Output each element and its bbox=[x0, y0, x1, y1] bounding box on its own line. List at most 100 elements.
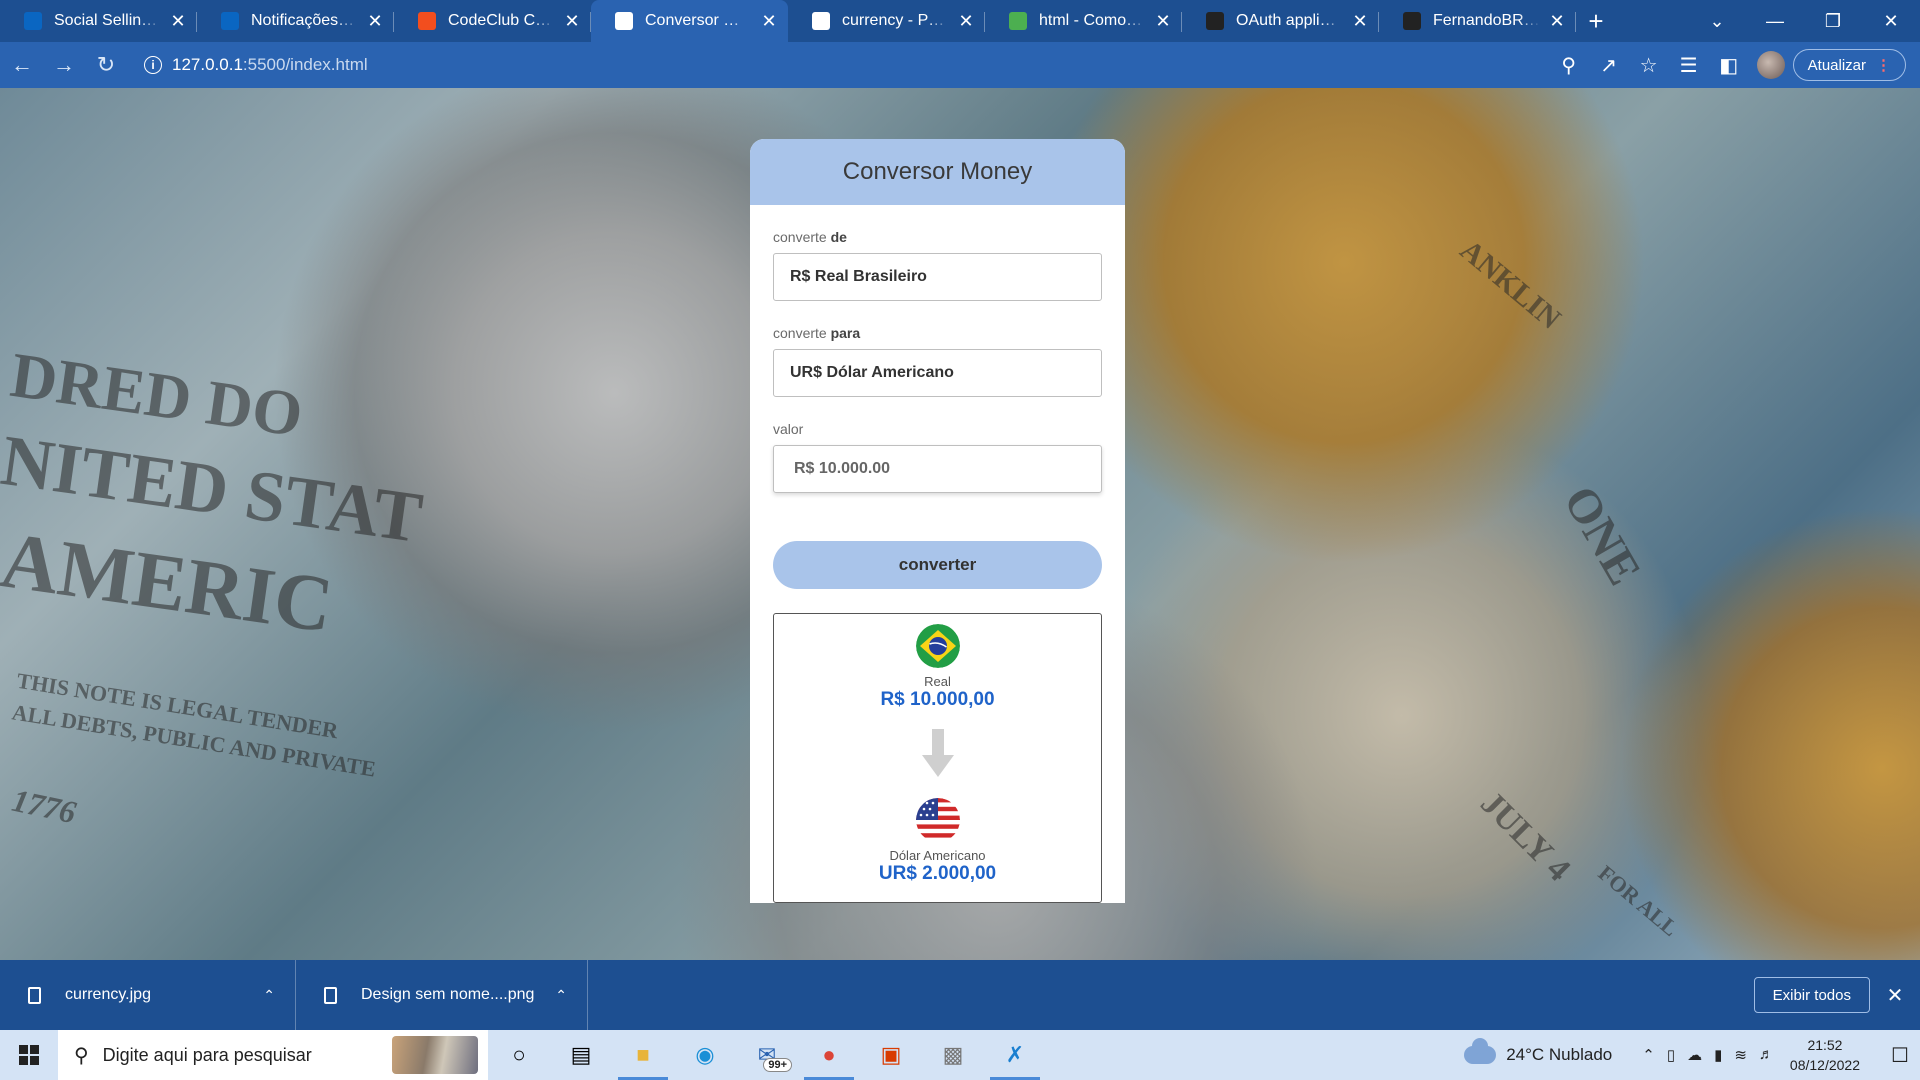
windows-logo-icon bbox=[19, 1045, 39, 1065]
taskbar-search-input[interactable]: ⚲ Digite aqui para pesquisar bbox=[58, 1030, 488, 1080]
browser-tab[interactable]: Social Selling Index ✕ bbox=[0, 0, 197, 42]
reload-button[interactable]: ↻ bbox=[86, 45, 126, 85]
tab-close-icon[interactable]: ✕ bbox=[1548, 12, 1566, 30]
mail-badge: 99+ bbox=[763, 1058, 792, 1072]
back-button[interactable]: ← bbox=[2, 45, 42, 85]
to-currency-value: UR$ Dólar Americano bbox=[790, 364, 954, 381]
browser-tab[interactable]: Conversor Money ✕ bbox=[591, 0, 788, 42]
close-window-button[interactable]: ✕ bbox=[1862, 0, 1920, 42]
bookmark-star-icon[interactable]: ☆ bbox=[1629, 45, 1669, 85]
browser-tab[interactable]: CodeClub Conversor ✕ bbox=[394, 0, 591, 42]
notification-center-icon[interactable]: ☐ bbox=[1880, 1043, 1920, 1068]
vscode-icon[interactable]: ✗ bbox=[984, 1030, 1046, 1080]
toolbar-icons: ⚲ ↗ ☆ ☰ ◧ Atualizar ⋮ bbox=[1549, 45, 1920, 85]
download-item[interactable]: currency.jpg ⌃ bbox=[0, 960, 296, 1030]
show-all-downloads-button[interactable]: Exibir todos bbox=[1753, 977, 1870, 1013]
to-currency-name: Dólar Americano bbox=[889, 848, 986, 863]
share-icon[interactable]: ↗ bbox=[1589, 45, 1629, 85]
search-highlight-image bbox=[392, 1036, 478, 1074]
tab-title: currency - Pesquisa Google bbox=[842, 12, 949, 29]
convert-button[interactable]: converter bbox=[773, 541, 1102, 589]
browser-toolbar: ← → ↻ i 127.0.0.1:5500/index.html ⚲ ↗ ☆ … bbox=[0, 42, 1920, 88]
to-currency-amount: UR$ 2.000,00 bbox=[878, 863, 997, 884]
from-currency-amount: R$ 10.000,00 bbox=[880, 689, 995, 710]
chevron-up-icon[interactable]: ⌃ bbox=[263, 987, 275, 1004]
browser-tab[interactable]: currency - Pesquisa Google ✕ bbox=[788, 0, 985, 42]
cortana-icon[interactable]: ○ bbox=[488, 1030, 550, 1080]
new-tab-button[interactable]: + bbox=[1576, 0, 1616, 42]
update-label: Atualizar bbox=[1807, 56, 1866, 74]
zoom-icon[interactable]: ⚲ bbox=[1549, 45, 1589, 85]
tab-title: Conversor Money bbox=[645, 12, 752, 29]
update-button[interactable]: Atualizar ⋮ bbox=[1792, 49, 1906, 81]
from-currency-name: Real bbox=[924, 674, 951, 689]
tray-icons: ⌃ ▯ ☁ ▮ ≋ ♬ bbox=[1642, 1046, 1774, 1064]
tab-close-icon[interactable]: ✕ bbox=[1351, 12, 1369, 30]
forward-button[interactable]: → bbox=[44, 45, 84, 85]
globe-icon bbox=[615, 12, 633, 30]
weather-widget[interactable]: 24°C Nublado bbox=[1464, 1038, 1613, 1065]
tab-close-icon[interactable]: ✕ bbox=[169, 12, 187, 30]
chevron-up-icon[interactable]: ⌃ bbox=[1642, 1046, 1655, 1064]
volume-icon[interactable]: ♬ bbox=[1759, 1046, 1774, 1064]
battery-icon[interactable]: ▮ bbox=[1714, 1046, 1722, 1064]
media-control-icon[interactable]: ☰ bbox=[1669, 45, 1709, 85]
url-path: :5500/index.html bbox=[242, 55, 368, 74]
tab-close-icon[interactable]: ✕ bbox=[760, 12, 778, 30]
tab-close-icon[interactable]: ✕ bbox=[563, 12, 581, 30]
from-currency-select[interactable]: R$ Real Brasileiro bbox=[773, 253, 1102, 301]
chrome-icon[interactable]: ● bbox=[798, 1030, 860, 1080]
search-placeholder: Digite aqui para pesquisar bbox=[102, 1044, 312, 1065]
tab-close-icon[interactable]: ✕ bbox=[957, 12, 975, 30]
restore-button[interactable]: ❐ bbox=[1804, 0, 1862, 42]
edge-icon[interactable]: ◉ bbox=[674, 1030, 736, 1080]
stackoverflow-icon bbox=[1009, 12, 1027, 30]
wifi-icon[interactable]: ≋ bbox=[1734, 1046, 1747, 1064]
weather-text: 24°C Nublado bbox=[1506, 1045, 1613, 1064]
profile-avatar[interactable] bbox=[1756, 51, 1785, 79]
file-explorer-icon[interactable]: ■ bbox=[612, 1030, 674, 1080]
task-view-icon[interactable]: ▤ bbox=[550, 1030, 612, 1080]
page-viewport: DRED DO NITED STAT AMERIC THIS NOTE IS L… bbox=[0, 88, 1920, 960]
mail-icon[interactable]: ✉ 99+ bbox=[736, 1030, 798, 1080]
background-text: JULY 4 bbox=[1473, 784, 1578, 889]
clock[interactable]: 21:52 08/12/2022 bbox=[1790, 1035, 1860, 1075]
minimize-button[interactable]: — bbox=[1746, 0, 1804, 42]
cloud-sync-icon[interactable]: ☁ bbox=[1687, 1046, 1702, 1064]
app-icon[interactable]: ▩ bbox=[922, 1030, 984, 1080]
site-info-icon[interactable]: i bbox=[144, 56, 162, 74]
browser-tab[interactable]: html - Como colocar ✕ bbox=[985, 0, 1182, 42]
address-bar[interactable]: i 127.0.0.1:5500/index.html bbox=[136, 48, 1516, 82]
tab-close-icon[interactable]: ✕ bbox=[366, 12, 384, 30]
browser-tab[interactable]: FernandoBRITO2022 ✕ bbox=[1379, 0, 1576, 42]
windows-start-button[interactable] bbox=[0, 1030, 58, 1080]
linkedin-icon bbox=[221, 12, 239, 30]
file-icon bbox=[324, 986, 337, 1004]
side-panel-icon[interactable]: ◧ bbox=[1709, 45, 1749, 85]
search-icon: ⚲ bbox=[74, 1044, 89, 1067]
tab-search-icon[interactable]: ⌄ bbox=[1688, 0, 1746, 42]
amount-input[interactable]: R$ 10.000.00 bbox=[773, 445, 1102, 493]
office-icon[interactable]: ▣ bbox=[860, 1030, 922, 1080]
page-title: Conversor Money bbox=[842, 158, 1033, 185]
windows-taskbar: ⚲ Digite aqui para pesquisar ○ ▤ ■ ◉ ✉ 99… bbox=[0, 1030, 1920, 1080]
download-item[interactable]: Design sem nome....png ⌃ bbox=[296, 960, 588, 1030]
browser-tab[interactable]: OAuth application ✕ bbox=[1182, 0, 1379, 42]
device-icon[interactable]: ▯ bbox=[1667, 1046, 1675, 1064]
download-filename: Design sem nome....png bbox=[361, 986, 535, 1003]
to-label-prefix: converte bbox=[773, 325, 831, 341]
browser-tab[interactable]: Notificações | LinkedIn ✕ bbox=[197, 0, 394, 42]
to-currency-select[interactable]: UR$ Dólar Americano bbox=[773, 349, 1102, 397]
tab-close-icon[interactable]: ✕ bbox=[1154, 12, 1172, 30]
result-panel: Real R$ 10.000,00 Dólar Americano UR$ 2.… bbox=[773, 613, 1102, 903]
tab-strip: Social Selling Index✕Notificações | Link… bbox=[0, 0, 1920, 42]
arrow-down-icon bbox=[920, 729, 956, 784]
google-icon bbox=[812, 12, 830, 30]
converter-card: Conversor Money converte de R$ Real Bras… bbox=[750, 139, 1125, 903]
amount-label: valor bbox=[773, 421, 804, 437]
chevron-up-icon[interactable]: ⌃ bbox=[555, 987, 567, 1004]
tab-title: Social Selling Index bbox=[54, 12, 161, 29]
close-downloads-icon[interactable]: ✕ bbox=[1870, 983, 1920, 1008]
usa-flag-icon bbox=[915, 798, 960, 842]
cloud-icon bbox=[1464, 1038, 1497, 1064]
